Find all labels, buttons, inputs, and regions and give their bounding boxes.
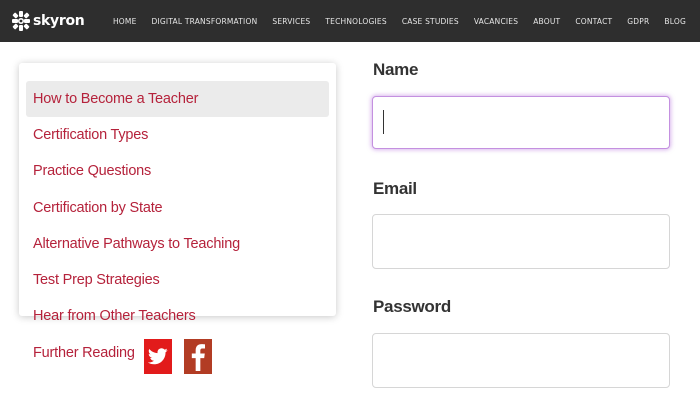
password-input[interactable] — [372, 333, 670, 388]
twitter-icon — [148, 348, 168, 365]
facebook-share-button[interactable] — [184, 339, 212, 374]
sidebar-item-practice-questions[interactable]: Practice Questions — [26, 153, 329, 189]
nav-vacancies[interactable]: VACANCIES — [474, 17, 518, 26]
brand-name: skyron — [33, 13, 85, 29]
main-nav: HOME DIGITAL TRANSFORMATION SERVICES TEC… — [98, 0, 686, 42]
skyron-logo-icon — [12, 11, 30, 31]
twitter-share-button[interactable] — [144, 339, 172, 374]
sidebar-item-test-prep-strategies[interactable]: Test Prep Strategies — [26, 262, 329, 298]
nav-contact[interactable]: CONTACT — [575, 17, 612, 26]
sidebar-item-certification-by-state[interactable]: Certification by State — [26, 190, 329, 226]
sidebar-item-hear-from-other-teachers[interactable]: Hear from Other Teachers — [26, 298, 329, 334]
text-caret — [383, 110, 384, 134]
password-label: Password — [373, 297, 451, 316]
nav-gdpr[interactable]: GDPR — [627, 17, 649, 26]
nav-blog[interactable]: BLOG — [664, 17, 686, 26]
email-label: Email — [373, 179, 417, 198]
email-input[interactable] — [372, 214, 670, 269]
nav-technologies[interactable]: TECHNOLOGIES — [325, 17, 386, 26]
facebook-icon — [191, 343, 205, 371]
sidebar-item-alternative-pathways[interactable]: Alternative Pathways to Teaching — [26, 226, 329, 262]
nav-services[interactable]: SERVICES — [272, 17, 310, 26]
name-input[interactable] — [372, 96, 670, 149]
top-navigation-bar: skyron HOME DIGITAL TRANSFORMATION SERVI… — [0, 0, 700, 42]
nav-digital-transformation[interactable]: DIGITAL TRANSFORMATION — [152, 17, 258, 26]
sidebar-item-certification-types[interactable]: Certification Types — [26, 117, 329, 153]
sidebar-item-how-to-become-a-teacher[interactable]: How to Become a Teacher — [26, 81, 329, 117]
brand-logo[interactable]: skyron — [12, 11, 85, 31]
name-label: Name — [373, 60, 419, 79]
nav-case-studies[interactable]: CASE STUDIES — [402, 17, 459, 26]
sidebar-item-further-reading[interactable]: Further Reading — [26, 335, 136, 371]
nav-home[interactable]: HOME — [113, 17, 137, 26]
nav-about[interactable]: ABOUT — [533, 17, 560, 26]
